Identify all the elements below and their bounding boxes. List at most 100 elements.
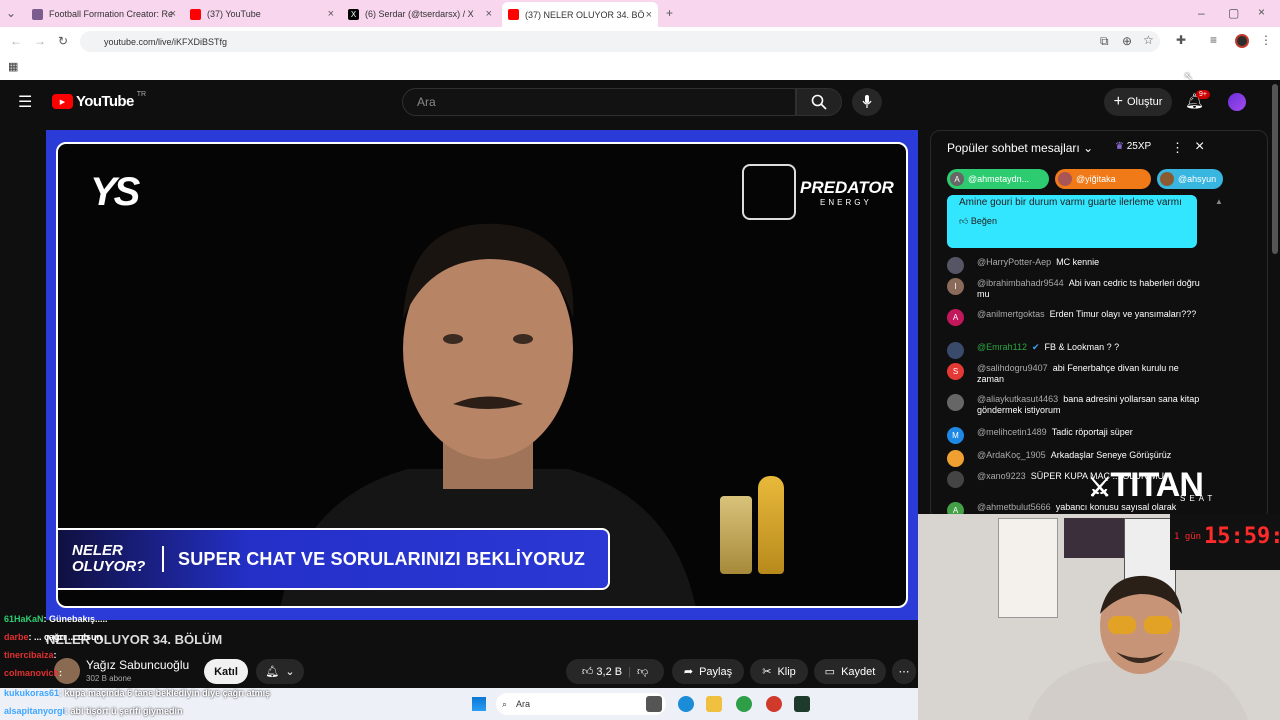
close-icon[interactable]: ×	[486, 8, 492, 20]
message-author[interactable]: @Emrah112	[977, 342, 1027, 352]
scissors-icon: ✂	[762, 666, 772, 678]
user-avatar[interactable]: M	[947, 427, 964, 444]
bookmark-star-icon[interactable]: ☆	[1143, 33, 1154, 47]
channel-name[interactable]: Yağız Sabuncuoğlu	[86, 658, 189, 672]
zoom-icon[interactable]: ⊕	[1122, 34, 1132, 48]
subscriber-count: 302 B abone	[86, 674, 132, 683]
video-player[interactable]: YS PREDATOR ENERGY NELER OLUYOR? SUPER C…	[46, 130, 918, 620]
lower-third-banner: NELER OLUYOR? SUPER CHAT VE SORULARINIZI…	[58, 528, 610, 590]
chat-mode-dropdown[interactable]: Popüler sohbet mesajları ⌄	[947, 141, 1093, 155]
chip-name: @ahsyun	[1178, 174, 1217, 184]
subscribe-bell-button[interactable]: 🔔︎ ⌄	[256, 659, 304, 684]
pinned-super-chat[interactable]: Amine gouri bir durum varmı guarte ilerl…	[947, 195, 1197, 248]
message-author[interactable]: @salihdogru9407	[977, 363, 1048, 373]
message-author[interactable]: @anilmertgoktas	[977, 309, 1045, 319]
maximize-icon[interactable]: ▢	[1228, 6, 1239, 20]
apps-grid-icon[interactable]: ▦	[8, 60, 18, 73]
search-button[interactable]	[796, 88, 842, 116]
minimize-icon[interactable]: –	[1198, 6, 1205, 20]
top-chatter-chip[interactable]: A @ahmetaydn...	[947, 169, 1049, 189]
media-icon[interactable]: ≡	[1210, 33, 1217, 47]
top-chatter-chip[interactable]: @yiğitaka	[1055, 169, 1151, 189]
overlay-chat-line: colmanovich:	[4, 668, 62, 678]
close-chat-icon[interactable]: ×	[1195, 138, 1204, 156]
join-button[interactable]: Katıl	[204, 659, 248, 684]
url-field[interactable]: youtube.com/live/iKFXDiBSTfg	[80, 31, 1160, 52]
new-tab-icon[interactable]: +	[666, 6, 673, 20]
user-avatar[interactable]: I	[947, 278, 964, 295]
predator-lion-logo	[742, 164, 796, 220]
task-view-icon[interactable]	[646, 696, 662, 712]
streamer-figure	[1028, 575, 1248, 720]
ys-logo: YS	[90, 170, 140, 214]
page-scrollbar[interactable]	[1272, 84, 1278, 254]
user-avatar[interactable]	[947, 342, 964, 359]
search-input[interactable]: Ara	[402, 88, 796, 116]
message-author[interactable]: @ibrahimbahadr9544	[977, 278, 1064, 288]
share-button[interactable]: ➦ Paylaş	[672, 659, 744, 684]
sponsor-subtitle: ENERGY	[820, 198, 872, 207]
youtube-icon	[508, 9, 519, 20]
message-author[interactable]: @melihcetin1489	[977, 427, 1047, 437]
overlay-chat-line: alsapitanyorgi: abi tişört ü şerifi giym…	[4, 706, 183, 716]
menu-icon[interactable]: ⋮	[1260, 33, 1272, 47]
like-button[interactable]: 👍︎ Beğen	[959, 215, 1185, 227]
message-author[interactable]: @ArdaKoç_1905	[977, 450, 1046, 460]
taskbar-search[interactable]: ⌕ Ara	[496, 693, 666, 715]
logo-text: YouTube	[76, 93, 134, 110]
tab-list-icon[interactable]: ⌄	[6, 6, 16, 20]
voice-search-button[interactable]	[852, 88, 882, 116]
extensions-icon[interactable]: ✚	[1176, 33, 1186, 47]
file-explorer-icon[interactable]	[706, 696, 722, 712]
message-author[interactable]: @aliaykutkasut4463	[977, 394, 1058, 404]
top-chatter-chip[interactable]: @ahsyun	[1157, 169, 1223, 189]
like-button[interactable]: 👍︎ 3,2 B	[582, 665, 622, 678]
close-window-icon[interactable]: ×	[1258, 5, 1265, 19]
banner-divider	[162, 546, 164, 572]
chat-more-icon[interactable]: ⋮	[1171, 140, 1184, 156]
more-actions-button[interactable]: ⋯	[892, 659, 916, 684]
message-author[interactable]: @ahmetbulut5666	[977, 502, 1051, 512]
app-icon[interactable]	[794, 696, 810, 712]
bookmarks-bar: ▦	[0, 56, 1280, 80]
close-icon[interactable]: ×	[170, 8, 176, 20]
edge-browser-icon[interactable]	[678, 696, 694, 712]
windows-start-icon[interactable]	[472, 697, 486, 711]
dislike-icon[interactable]: 👎︎	[637, 665, 648, 678]
tab-x[interactable]: X (6) Serdar (@tserdarsx) / X ×	[342, 4, 498, 24]
message-author[interactable]: @HarryPotter-Aep	[977, 257, 1051, 267]
user-avatar[interactable]	[947, 450, 964, 467]
reload-icon[interactable]: ↻	[58, 34, 68, 48]
account-avatar[interactable]	[1228, 93, 1246, 111]
save-button[interactable]: ▭ Kaydet	[814, 659, 886, 684]
thumbs-up-icon: 👍︎	[959, 216, 969, 226]
tab-youtube[interactable]: (37) YouTube ×	[184, 4, 340, 24]
user-avatar[interactable]	[947, 257, 964, 274]
user-avatar[interactable]: A	[947, 309, 964, 326]
message-author[interactable]: @xano9223	[977, 471, 1026, 481]
user-avatar[interactable]: S	[947, 363, 964, 380]
xp-badge[interactable]: ♛ 25XP	[1115, 141, 1151, 152]
profile-avatar[interactable]	[1235, 34, 1249, 48]
chrome-profile-icon[interactable]	[766, 696, 782, 712]
close-icon[interactable]: ×	[328, 8, 334, 20]
install-icon[interactable]: ⧉	[1100, 34, 1109, 49]
youtube-logo[interactable]: ▶ YouTube TR	[52, 91, 147, 110]
clip-button[interactable]: ✂ Klip	[750, 659, 808, 684]
scroll-up-icon[interactable]: ▲	[1215, 197, 1223, 206]
forward-icon[interactable]: →	[34, 34, 46, 48]
user-avatar[interactable]	[947, 394, 964, 411]
more-dots-icon: ⋯	[898, 666, 910, 678]
create-button[interactable]: + Oluştur	[1104, 88, 1172, 116]
back-icon[interactable]: ←	[10, 34, 22, 48]
user-avatar[interactable]	[947, 471, 964, 488]
tab-formation-creator[interactable]: Football Formation Creator: Re ×	[26, 4, 182, 24]
hamburger-menu-icon[interactable]: ☰	[18, 92, 32, 112]
chrome-icon[interactable]	[736, 696, 752, 712]
brand-subtitle: SEAT	[1180, 494, 1217, 503]
close-icon[interactable]: ×	[646, 9, 652, 21]
logo-line-1: NELER	[72, 542, 123, 559]
chip-avatar	[1058, 172, 1072, 186]
region-code: TR	[136, 91, 147, 98]
tab-neler-oluyor[interactable]: (37) NELER OLUYOR 34. BÖ ×	[502, 2, 658, 27]
